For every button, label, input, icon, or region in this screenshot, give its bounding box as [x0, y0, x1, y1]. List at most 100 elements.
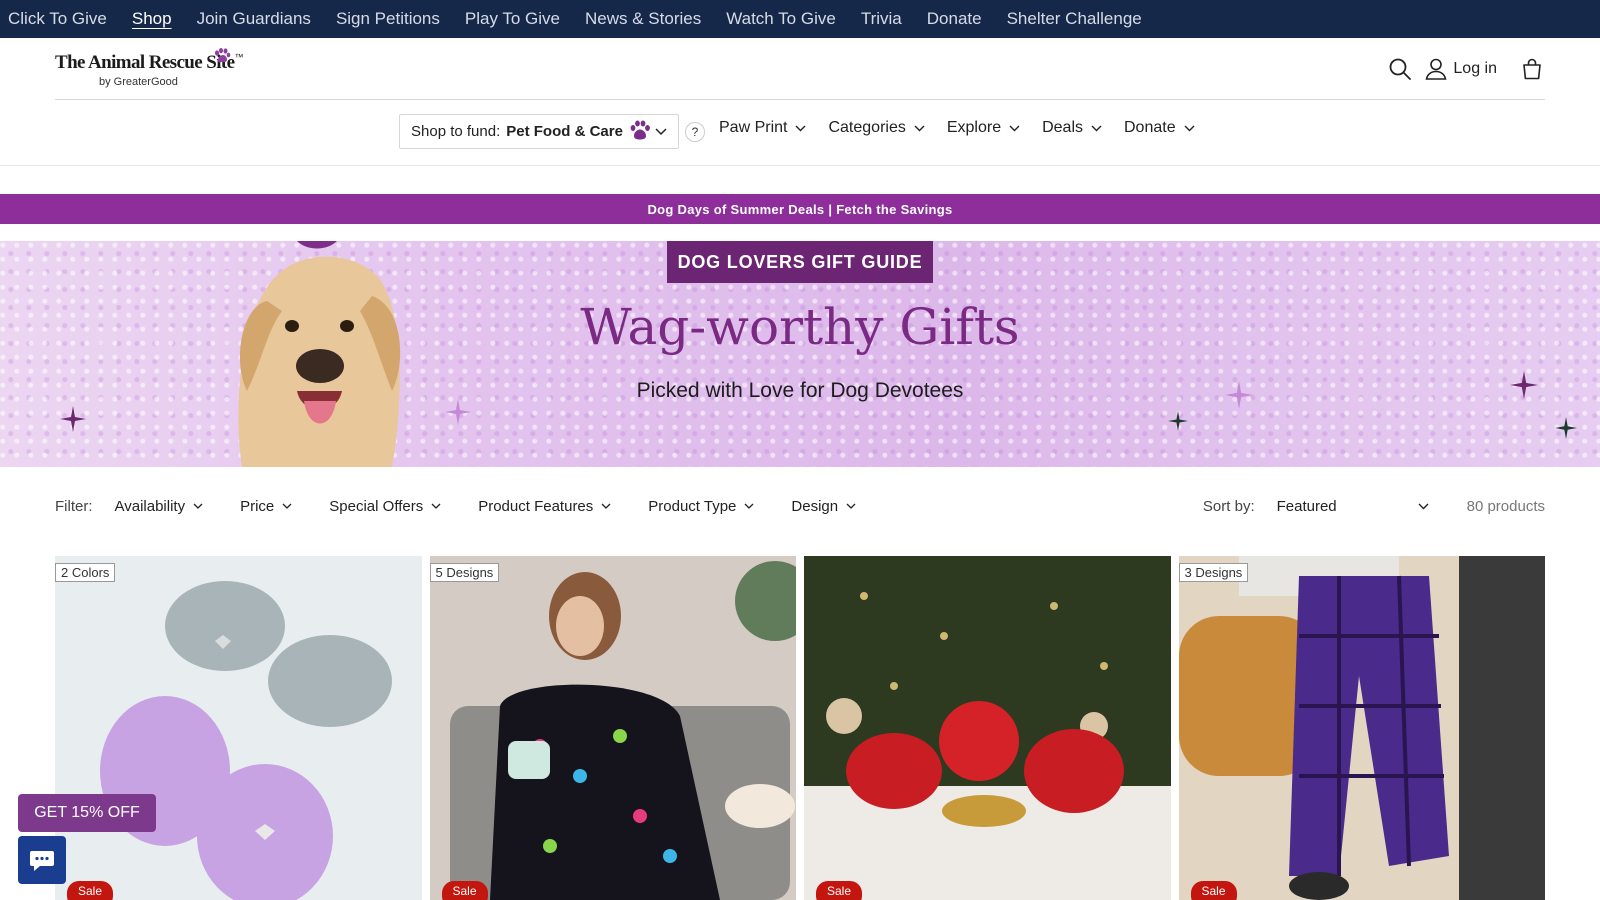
paw-icon	[629, 120, 651, 144]
filter-item-label: Product Features	[478, 497, 594, 515]
secondary-navigation: Shop to fund: Pet Food & Care ? Paw Prin…	[0, 100, 1600, 166]
topnav-shelter-challenge[interactable]: Shelter Challenge	[1007, 9, 1142, 29]
top-navigation: Click To Give Shop Join Guardians Sign P…	[0, 0, 1600, 38]
chevron-down-icon	[1009, 125, 1020, 131]
shop-to-fund-selector[interactable]: Shop to fund: Pet Food & Care	[399, 114, 679, 149]
chevron-down-icon	[655, 123, 667, 140]
sparkle-icon	[60, 406, 86, 432]
topnav-trivia[interactable]: Trivia	[861, 9, 902, 29]
chevron-down-icon	[1418, 503, 1429, 509]
sale-badge: Sale	[816, 881, 863, 900]
chat-button[interactable]	[18, 836, 66, 884]
sale-badge: Sale	[1190, 881, 1237, 900]
sort-value: Featured	[1276, 497, 1337, 515]
product-card[interactable]: 3 Designs Sale	[1178, 556, 1545, 900]
variant-badge: 3 Designs	[1178, 563, 1249, 582]
variant-badge: 5 Designs	[429, 563, 500, 582]
menu-categories[interactable]: Categories	[828, 119, 925, 137]
filter-item-label: Product Type	[648, 497, 737, 515]
product-image	[429, 556, 796, 900]
sale-badge: Sale	[441, 881, 488, 900]
menu-paw-print[interactable]: Paw Print	[719, 119, 806, 137]
logo-text: The Animal Rescue Site	[55, 52, 235, 73]
fund-value: Pet Food & Care	[506, 123, 623, 140]
discount-popup-button[interactable]: GET 15% OFF	[18, 794, 156, 832]
search-icon[interactable]	[1387, 56, 1413, 82]
topnav-click-to-give[interactable]: Click To Give	[8, 9, 107, 29]
hero-subtitle: Picked with Love for Dog Devotees	[636, 379, 964, 402]
menu-label: Explore	[946, 119, 1002, 136]
topnav-news-stories[interactable]: News & Stories	[585, 9, 701, 29]
menu-explore[interactable]: Explore	[947, 119, 1020, 137]
user-icon[interactable]	[1423, 56, 1449, 82]
filter-product-features[interactable]: Product Features	[478, 498, 611, 515]
help-button[interactable]: ?	[685, 122, 705, 142]
menu-donate[interactable]: Donate	[1124, 119, 1195, 137]
chevron-down-icon	[744, 503, 754, 509]
filter-label: Filter:	[55, 497, 93, 515]
filter-design[interactable]: Design	[791, 498, 856, 515]
sort-label: Sort by:	[1202, 497, 1255, 515]
cart-icon[interactable]	[1519, 56, 1545, 82]
sparkle-icon	[1225, 381, 1253, 409]
product-image	[804, 556, 1171, 900]
topnav-shop[interactable]: Shop	[132, 9, 172, 29]
sort-select[interactable]: Featured	[1277, 498, 1429, 515]
filter-product-type[interactable]: Product Type	[648, 498, 754, 515]
topnav-watch-to-give[interactable]: Watch To Give	[726, 9, 836, 29]
product-card[interactable]: 2 Colors Sale	[55, 556, 422, 900]
promo-text: Dog Days of Summer Deals | Fetch the Sav…	[647, 201, 953, 217]
chevron-down-icon	[795, 125, 806, 131]
menu-label: Deals	[1042, 119, 1083, 136]
product-image	[1178, 556, 1545, 900]
filter-price[interactable]: Price	[240, 498, 292, 515]
filter-special-offers[interactable]: Special Offers	[329, 498, 441, 515]
filter-item-label: Design	[791, 497, 839, 515]
hero-title: Wag-worthy Gifts	[580, 298, 1020, 356]
topnav-donate[interactable]: Donate	[927, 9, 982, 29]
variant-badge: 2 Colors	[55, 563, 116, 582]
sparkle-icon	[1555, 417, 1577, 439]
sale-badge: Sale	[67, 881, 114, 900]
filter-item-label: Availability	[114, 497, 186, 515]
hero-banner: DOG LOVERS GIFT GUIDE Wag-worthy Gifts P…	[0, 241, 1600, 467]
menu-label: Categories	[828, 119, 906, 136]
login-link[interactable]: Log in	[1453, 60, 1497, 78]
chevron-down-icon	[1184, 125, 1195, 131]
filter-availability[interactable]: Availability	[115, 498, 204, 515]
paw-logo-icon	[213, 48, 231, 69]
header-actions: Log in	[1387, 56, 1545, 82]
shop-menu: Paw Print Categories Explore Deals Donat…	[719, 119, 1217, 137]
sparkle-icon	[1510, 371, 1538, 399]
chevron-down-icon	[282, 503, 292, 509]
chevron-down-icon	[914, 125, 925, 131]
topnav-play-to-give[interactable]: Play To Give	[465, 9, 560, 29]
topnav-join-guardians[interactable]: Join Guardians	[197, 9, 311, 29]
menu-deals[interactable]: Deals	[1042, 119, 1102, 137]
fund-label: Shop to fund:	[411, 123, 501, 140]
chevron-down-icon	[1091, 125, 1102, 131]
logo-trademark: ™	[234, 52, 244, 62]
product-card[interactable]: Sale	[804, 556, 1171, 900]
chevron-down-icon	[431, 503, 441, 509]
sort-control: Sort by: Featured 80 products	[1203, 492, 1545, 520]
filter-bar: Filter: Availability Price Special Offer…	[55, 492, 1545, 520]
sparkle-icon	[445, 399, 471, 425]
promo-banner[interactable]: Dog Days of Summer Deals | Fetch the Sav…	[0, 194, 1600, 224]
product-card[interactable]: 5 Designs Sale	[429, 556, 796, 900]
topnav-sign-petitions[interactable]: Sign Petitions	[336, 9, 440, 29]
chevron-down-icon	[846, 503, 856, 509]
menu-label: Donate	[1124, 119, 1176, 136]
product-image	[55, 556, 422, 900]
site-logo[interactable]: The Animal Rescue Site™ by GreaterGood	[55, 48, 244, 92]
chat-icon	[30, 851, 54, 871]
logo-subtext: by GreaterGood	[99, 76, 178, 88]
product-count: 80 products	[1466, 497, 1545, 515]
filter-item-label: Special Offers	[329, 497, 424, 515]
gift-guide-badge: DOG LOVERS GIFT GUIDE	[667, 241, 933, 283]
chevron-down-icon	[601, 503, 611, 509]
product-grid: 2 Colors Sale 5 Designs Sale Sale 3 Desi…	[55, 556, 1545, 900]
site-header: The Animal Rescue Site™ by GreaterGood L…	[55, 38, 1545, 100]
filter-item-label: Price	[240, 497, 275, 515]
sparkle-icon	[1168, 411, 1188, 431]
